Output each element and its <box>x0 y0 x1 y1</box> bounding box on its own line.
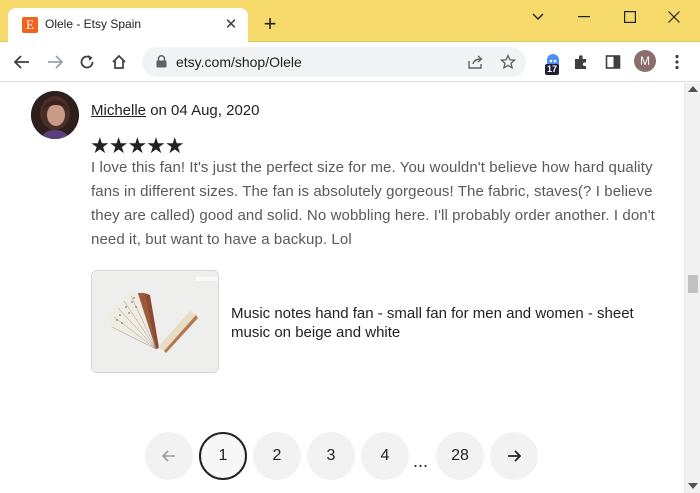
profile-avatar[interactable]: M <box>634 50 656 72</box>
new-tab-button[interactable]: + <box>259 13 281 36</box>
review-text: I love this fan! It's just the perfect s… <box>91 159 655 248</box>
page-button-1[interactable]: 1 <box>199 432 247 480</box>
pagination-ellipsis: ... <box>413 451 429 471</box>
product-title-link[interactable]: Music notes hand fan - small fan for men… <box>231 304 651 342</box>
etsy-favicon-icon: E <box>22 17 38 33</box>
browser-toolbar: etsy.com/shop/Olele <box>0 42 700 82</box>
tab-close-icon[interactable]: ✕ <box>222 16 240 34</box>
review-meta: Michelle on 04 Aug, 2020 <box>91 102 259 119</box>
extension-count-badge: 17 <box>545 64 560 75</box>
address-bar[interactable]: etsy.com/shop/Olele <box>142 47 526 77</box>
page-button-2[interactable]: 2 <box>253 432 301 480</box>
scroll-down-arrow-icon[interactable] <box>688 483 698 489</box>
page-content: Michelle on 04 Aug, 2020 ★★★★★ I love th… <box>0 83 684 493</box>
next-page-arrow-icon[interactable] <box>490 432 538 480</box>
home-icon[interactable] <box>106 49 132 75</box>
kebab-menu-icon[interactable] <box>664 49 690 75</box>
reload-icon[interactable] <box>74 49 100 75</box>
close-window-button[interactable] <box>659 6 689 28</box>
reviewer-name-link[interactable]: Michelle <box>91 102 146 119</box>
tab-search-chevron-icon[interactable] <box>523 6 553 28</box>
lock-icon[interactable] <box>156 55 167 73</box>
star-rating: ★★★★★ <box>90 133 185 158</box>
bookmark-star-icon[interactable] <box>499 53 517 71</box>
share-icon[interactable] <box>467 53 485 71</box>
side-panel-icon[interactable] <box>600 49 626 75</box>
maximize-button[interactable] <box>615 6 645 28</box>
browser-titlebar: E Olele - Etsy Spain ✕ + <box>0 0 700 42</box>
back-arrow-icon[interactable] <box>9 49 35 75</box>
page-button-28[interactable]: 28 <box>436 432 484 480</box>
browser-tab[interactable]: E Olele - Etsy Spain ✕ <box>8 8 248 42</box>
page-scrollbar[interactable] <box>684 83 700 493</box>
page-button-3[interactable]: 3 <box>307 432 355 480</box>
forward-arrow-icon[interactable] <box>42 49 68 75</box>
review-date: on 04 Aug, 2020 <box>146 102 260 119</box>
extensions-puzzle-icon[interactable] <box>568 49 594 75</box>
url-text: etsy.com/shop/Olele <box>176 54 302 70</box>
product-thumbnail[interactable] <box>91 270 219 373</box>
tab-title: Olele - Etsy Spain <box>45 17 142 31</box>
minimize-button[interactable] <box>569 6 599 28</box>
reviewer-avatar[interactable] <box>31 91 79 139</box>
scrollbar-thumb[interactable] <box>688 275 698 293</box>
scroll-up-arrow-icon[interactable] <box>688 86 698 92</box>
page-button-4[interactable]: 4 <box>361 432 409 480</box>
previous-page-arrow-icon[interactable] <box>145 432 193 480</box>
